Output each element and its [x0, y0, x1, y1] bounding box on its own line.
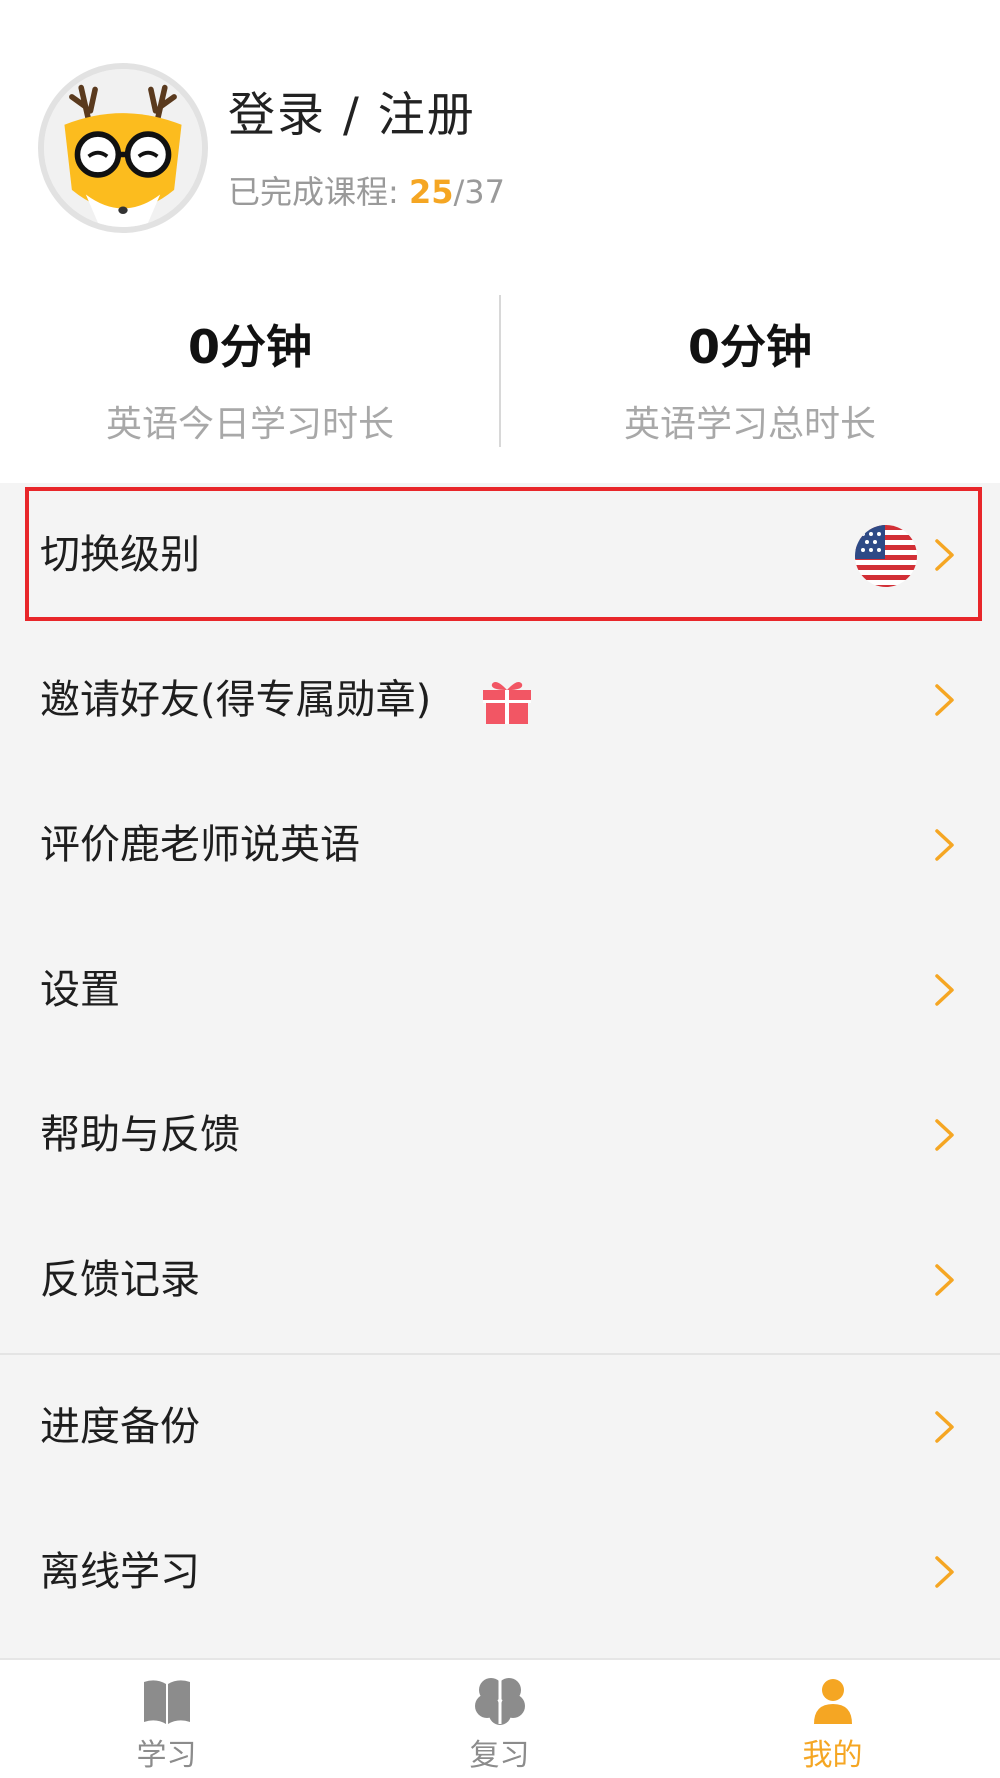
menu-item-label: 邀请好友(得专属勋章) [40, 677, 432, 723]
menu-item-progress-backup[interactable]: 进度备份 [0, 1355, 1000, 1500]
progress-label: 已完成课程: [228, 173, 409, 211]
deer-mascot-icon [44, 69, 202, 227]
stat-total-value: 0分钟 [687, 320, 812, 374]
tab-label: 我的 [802, 1738, 863, 1773]
stat-today: 0分钟 英语今日学习时长 [0, 315, 500, 451]
menu-item-feedback-history[interactable]: 反馈记录 [0, 1208, 1000, 1353]
stat-today-label: 英语今日学习时长 [105, 404, 394, 445]
menu-item-label: 评价鹿老师说英语 [40, 822, 360, 868]
menu-item-label: 反馈记录 [40, 1257, 200, 1303]
chevron-right-icon [924, 535, 964, 575]
menu-item-offline-learning[interactable]: 离线学习 [0, 1500, 1000, 1645]
course-progress: 已完成课程: 25/37 [228, 170, 505, 214]
menu-item-settings[interactable]: 设置 [0, 918, 1000, 1063]
menu-item-switch-level[interactable]: 切换级别 [0, 483, 1000, 628]
menu-item-help-feedback[interactable]: 帮助与反馈 [0, 1063, 1000, 1208]
chevron-right-icon [924, 1115, 964, 1155]
completed-count: 25 [408, 173, 454, 211]
menu-item-label: 离线学习 [40, 1549, 200, 1595]
menu-item-label: 设置 [40, 967, 120, 1013]
menu-item-rate-app[interactable]: 评价鹿老师说英语 [0, 773, 1000, 918]
chevron-right-icon [924, 1552, 964, 1592]
stat-total: 0分钟 英语学习总时长 [500, 315, 1000, 451]
progress-separator: / [453, 173, 465, 211]
tab-mine[interactable]: 我的 [666, 1660, 999, 1778]
brain-icon [473, 1674, 527, 1728]
avatar[interactable] [38, 63, 208, 233]
tab-review[interactable]: 复习 [333, 1660, 666, 1778]
bottom-tab-bar: 学习 复习 我的 [0, 1658, 1000, 1778]
stat-total-label: 英语学习总时长 [623, 404, 876, 445]
book-icon [140, 1674, 194, 1728]
chevron-right-icon [924, 825, 964, 865]
profile-header: 登录 / 注册 已完成课程: 25/37 0分钟 英语今日学习时长 0分钟 英语… [0, 0, 1000, 483]
chevron-right-icon [924, 1260, 964, 1300]
gift-icon [482, 678, 532, 726]
menu-item-label: 进度备份 [40, 1404, 200, 1450]
profile-icon [806, 1674, 860, 1728]
us-flag-icon [855, 525, 917, 587]
tab-label: 学习 [136, 1738, 197, 1773]
login-register-link[interactable]: 登录 / 注册 [228, 84, 476, 148]
chevron-right-icon [924, 680, 964, 720]
total-count: 37 [464, 173, 505, 211]
chevron-right-icon [924, 970, 964, 1010]
menu-item-invite-friends[interactable]: 邀请好友(得专属勋章) [0, 628, 1000, 773]
menu-item-label: 切换级别 [40, 532, 200, 578]
settings-menu: 切换级别 邀请好友(得专属勋章) 评价鹿老师说英语 设置 帮助与反馈 反馈记录 … [0, 483, 1000, 1645]
chevron-right-icon [924, 1407, 964, 1447]
tab-label: 复习 [469, 1738, 530, 1773]
stat-today-value: 0分钟 [187, 320, 312, 374]
menu-item-label: 帮助与反馈 [40, 1112, 240, 1158]
tab-study[interactable]: 学习 [0, 1660, 333, 1778]
